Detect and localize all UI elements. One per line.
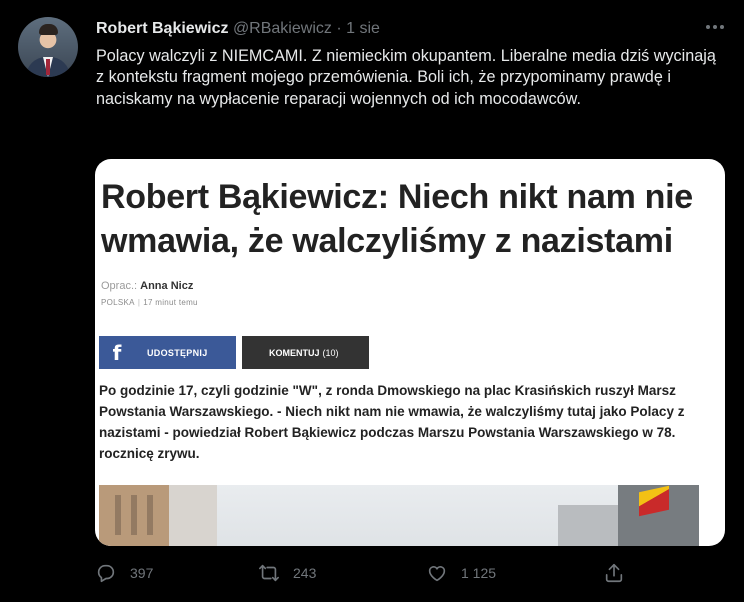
retweet-icon [259, 564, 279, 582]
comment-button[interactable]: KOMENTUJ (10) [242, 336, 369, 369]
reply-button[interactable]: 397 [95, 562, 153, 584]
retweet-button[interactable]: 243 [258, 562, 316, 584]
meta-separator: | [137, 298, 141, 307]
share-facebook-button[interactable]: f UDOSTĘPNIJ [99, 336, 236, 369]
comment-count: (10) [322, 347, 339, 358]
comment-label: KOMENTUJ [269, 347, 320, 358]
like-icon [428, 566, 446, 582]
reply-icon [97, 564, 115, 583]
more-options-icon[interactable] [703, 19, 727, 35]
reply-count: 397 [130, 565, 154, 581]
article-photo [99, 485, 699, 546]
share-label: UDOSTĘPNIJ [147, 347, 208, 358]
author-name[interactable]: Robert Bąkiewicz [96, 20, 228, 37]
tweet-time[interactable]: 1 sie [346, 20, 380, 37]
author-byline: Anna Nicz [140, 280, 194, 292]
tweet-actions: 397 243 1 125 [95, 562, 635, 590]
facebook-icon: f [112, 340, 122, 365]
article-title: Robert Bąkiewicz: Niech nikt nam nie wma… [101, 178, 693, 260]
article-lead: Po godzinie 17, czyli godzinie "W", z ro… [99, 383, 685, 461]
separator-dot: · [336, 20, 342, 37]
avatar[interactable] [18, 17, 78, 77]
author-handle[interactable]: @RBakiewicz [233, 20, 332, 37]
like-button[interactable]: 1 125 [426, 562, 496, 584]
article-card[interactable]: Robert Bąkiewicz: Niech nikt nam nie wma… [95, 159, 725, 546]
like-count: 1 125 [461, 565, 497, 581]
article-author: Oprac.: Anna Nicz [101, 280, 193, 292]
author-label: Oprac.: [101, 280, 138, 292]
share-icon [605, 563, 623, 583]
article-section: POLSKA [101, 298, 135, 307]
share-button[interactable] [603, 562, 625, 584]
article-meta: POLSKA | 17 minut temu [101, 298, 198, 307]
article-published: 17 minut temu [143, 298, 198, 307]
tweet-text: Polacy walczyli z NIEMCAMI. Z niemieckim… [96, 47, 716, 108]
retweet-count: 243 [293, 565, 317, 581]
tweet-header: Robert Bąkiewicz @RBakiewicz · 1 sie [96, 20, 380, 38]
